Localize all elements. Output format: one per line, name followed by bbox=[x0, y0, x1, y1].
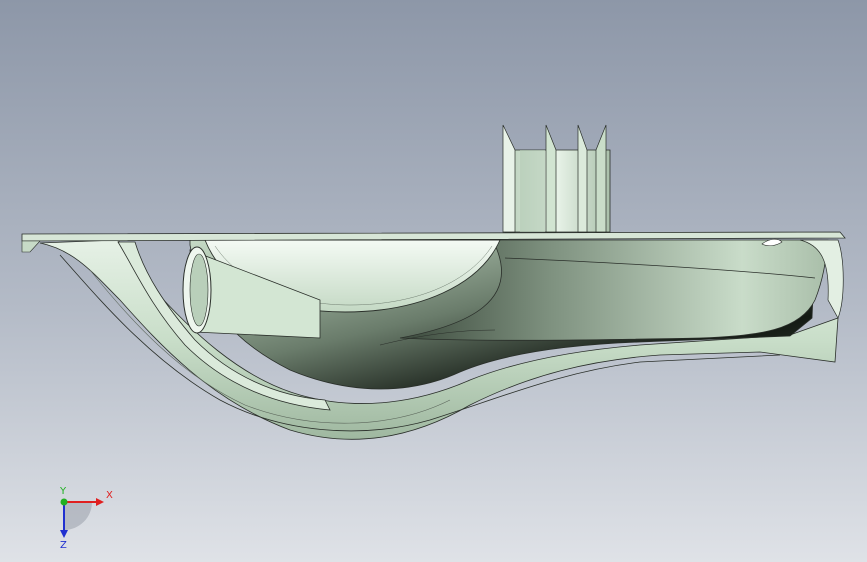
cad-model-view[interactable] bbox=[0, 0, 867, 562]
axis-triad: X Y Z bbox=[59, 486, 113, 550]
graphics-viewport[interactable]: X Y Z bbox=[0, 0, 867, 562]
x-axis-arrow-icon bbox=[96, 498, 104, 506]
fin-2[interactable] bbox=[545, 124, 557, 233]
z-axis-label: Z bbox=[60, 540, 67, 550]
y-axis-dot-icon bbox=[60, 498, 68, 506]
triad-shadow bbox=[64, 502, 92, 530]
fin-1[interactable] bbox=[502, 124, 516, 233]
fin-3[interactable] bbox=[577, 124, 588, 233]
left-lip[interactable] bbox=[21, 240, 41, 253]
tube-opening-inner bbox=[189, 253, 209, 327]
fin-block-shade bbox=[520, 150, 545, 232]
z-axis-arrow-icon bbox=[60, 530, 68, 538]
y-axis-label: Y bbox=[59, 486, 67, 497]
fin-4[interactable] bbox=[595, 124, 607, 233]
x-axis-label: X bbox=[106, 490, 113, 501]
